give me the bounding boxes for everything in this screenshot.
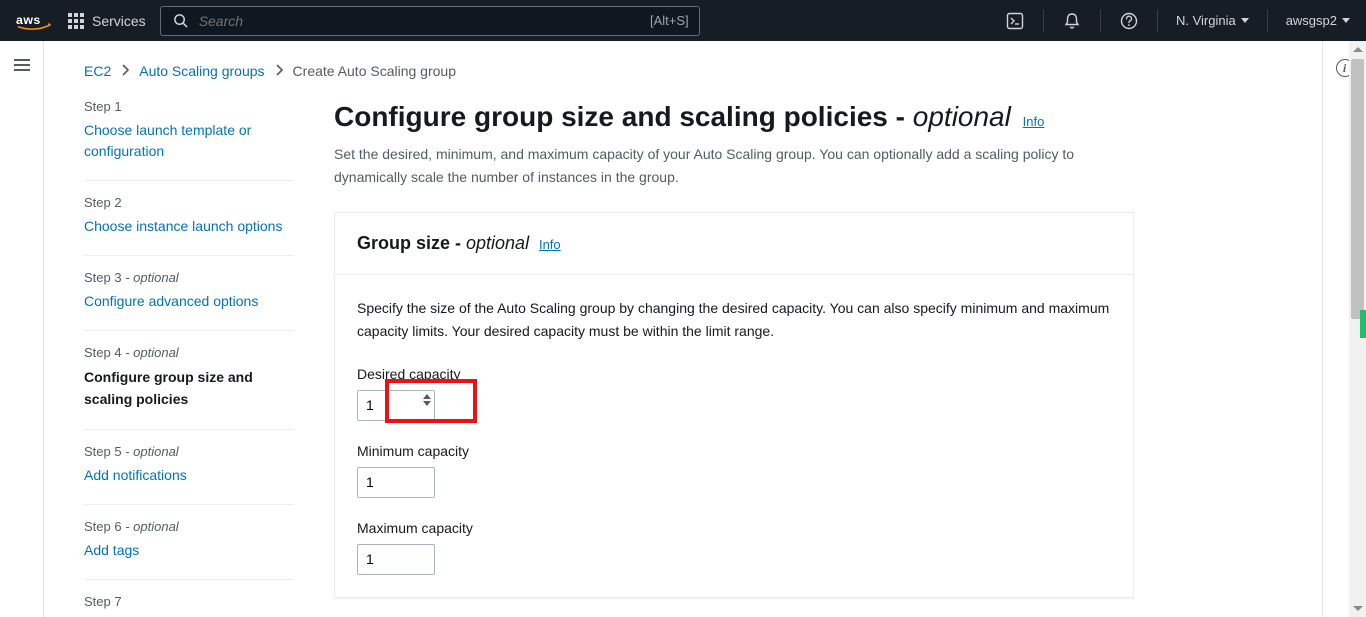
grid-icon bbox=[68, 13, 84, 29]
step-number: Step 6 - optional bbox=[84, 519, 294, 534]
left-rail bbox=[0, 41, 44, 617]
panel-description: Specify the size of the Auto Scaling gro… bbox=[357, 297, 1111, 342]
info-link[interactable]: Info bbox=[539, 237, 561, 252]
desired-capacity-label: Desired capacity bbox=[357, 366, 1111, 382]
help-icon[interactable] bbox=[1119, 11, 1139, 31]
search-shortcut: [Alt+S] bbox=[650, 13, 689, 28]
chevron-right-icon bbox=[275, 63, 283, 79]
maximum-capacity-label: Maximum capacity bbox=[357, 520, 1111, 536]
step-link-tags[interactable]: Add tags bbox=[84, 540, 294, 561]
step-item: Step 4 - optional Configure group size a… bbox=[84, 345, 294, 430]
breadcrumb-link-ec2[interactable]: EC2 bbox=[84, 63, 111, 79]
step-item: Step 3 - optional Configure advanced opt… bbox=[84, 270, 294, 331]
step-link-launch-template[interactable]: Choose launch template or configuration bbox=[84, 120, 294, 162]
services-label: Services bbox=[92, 13, 146, 29]
step-item: Step 2 Choose instance launch options bbox=[84, 195, 294, 256]
search-input[interactable] bbox=[199, 13, 642, 29]
scrollbar-thumb[interactable] bbox=[1351, 59, 1364, 319]
info-link[interactable]: Info bbox=[1023, 114, 1045, 129]
page-description: Set the desired, minimum, and maximum ca… bbox=[334, 143, 1134, 188]
step-number: Step 2 bbox=[84, 195, 294, 210]
step-link-notifications[interactable]: Add notifications bbox=[84, 465, 294, 486]
scroll-up-button[interactable] bbox=[1349, 41, 1366, 58]
chevron-right-icon bbox=[121, 63, 129, 79]
step-link-advanced[interactable]: Configure advanced options bbox=[84, 291, 294, 312]
region-menu[interactable]: N. Virginia bbox=[1176, 13, 1249, 28]
desired-capacity-field: Desired capacity bbox=[357, 366, 1111, 421]
step-current: Configure group size and scaling policie… bbox=[84, 366, 294, 411]
hamburger-icon[interactable] bbox=[14, 59, 30, 71]
aws-logo[interactable]: aws bbox=[16, 11, 54, 31]
svg-text:aws: aws bbox=[16, 12, 41, 26]
step-item: Step 5 - optional Add notifications bbox=[84, 444, 294, 505]
scroll-marker bbox=[1360, 310, 1366, 338]
minimum-capacity-input[interactable] bbox=[357, 467, 435, 498]
search-icon bbox=[171, 11, 191, 31]
stepper-icon[interactable] bbox=[423, 394, 431, 406]
steps-sidebar: Step 1 Choose launch template or configu… bbox=[84, 99, 294, 617]
breadcrumb: EC2 Auto Scaling groups Create Auto Scal… bbox=[84, 63, 1282, 79]
step-number: Step 4 - optional bbox=[84, 345, 294, 360]
minimum-capacity-field: Minimum capacity bbox=[357, 443, 1111, 498]
breadcrumb-current: Create Auto Scaling group bbox=[293, 63, 456, 79]
search-bar[interactable]: [Alt+S] bbox=[160, 6, 700, 36]
step-item: Step 7 bbox=[84, 594, 294, 617]
step-item: Step 6 - optional Add tags bbox=[84, 519, 294, 580]
minimum-capacity-label: Minimum capacity bbox=[357, 443, 1111, 459]
bell-icon[interactable] bbox=[1062, 11, 1082, 31]
account-label: awsgsp2 bbox=[1286, 13, 1337, 28]
scroll-down-button[interactable] bbox=[1349, 600, 1366, 617]
caret-down-icon bbox=[1342, 18, 1350, 23]
main-content: EC2 Auto Scaling groups Create Auto Scal… bbox=[44, 41, 1322, 617]
step-item: Step 1 Choose launch template or configu… bbox=[84, 99, 294, 181]
maximum-capacity-field: Maximum capacity bbox=[357, 520, 1111, 575]
group-size-panel: Group size - optional Info Specify the s… bbox=[334, 212, 1134, 598]
maximum-capacity-input[interactable] bbox=[357, 544, 435, 575]
region-label: N. Virginia bbox=[1176, 13, 1236, 28]
page-title: Configure group size and scaling policie… bbox=[334, 99, 1134, 135]
cloudshell-icon[interactable] bbox=[1005, 11, 1025, 31]
content-column: Configure group size and scaling policie… bbox=[334, 99, 1134, 617]
account-menu[interactable]: awsgsp2 bbox=[1286, 13, 1350, 28]
top-nav: aws Services [Alt+S] bbox=[0, 0, 1366, 41]
step-number: Step 3 - optional bbox=[84, 270, 294, 285]
caret-down-icon bbox=[1241, 18, 1249, 23]
breadcrumb-link-asg[interactable]: Auto Scaling groups bbox=[139, 63, 264, 79]
step-number: Step 5 - optional bbox=[84, 444, 294, 459]
services-menu[interactable]: Services bbox=[68, 13, 146, 29]
step-number: Step 1 bbox=[84, 99, 294, 114]
step-number: Step 7 bbox=[84, 594, 294, 609]
step-link-instance-options[interactable]: Choose instance launch options bbox=[84, 216, 294, 237]
panel-header: Group size - optional Info bbox=[335, 213, 1133, 275]
